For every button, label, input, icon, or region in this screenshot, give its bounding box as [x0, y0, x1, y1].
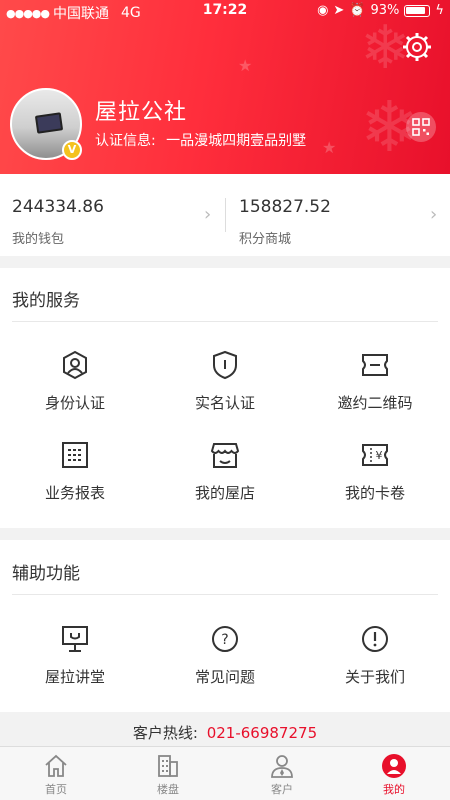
ticket-icon: [362, 354, 388, 376]
points-value: 158827.52: [239, 197, 331, 217]
section-title: 辅助功能: [12, 564, 80, 584]
wallet-label: 我的钱包: [12, 232, 65, 247]
service-realname[interactable]: 实名认证: [150, 350, 300, 413]
service-my-coupons[interactable]: ¥ 我的卡卷: [300, 440, 450, 503]
star-decoration-icon: ★: [322, 138, 337, 157]
profile-name: 屋拉公社: [95, 100, 188, 125]
tab-home[interactable]: 首页: [0, 747, 112, 800]
tab-label: 楼盘: [157, 783, 179, 796]
hotline-label: 客户热线:: [132, 724, 198, 742]
verified-badge: V: [62, 140, 82, 160]
wallet-item-wallet[interactable]: 244334.86 我的钱包 ›: [0, 174, 225, 256]
battery-icon: [404, 4, 431, 17]
cert-info: 认证信息: 一品漫城四期壹品别墅: [95, 130, 306, 150]
service-invite-qr[interactable]: 邀约二维码: [300, 350, 450, 413]
coupon-icon: ¥: [362, 444, 388, 466]
service-label: 邀约二维码: [337, 394, 413, 412]
tab-customers[interactable]: 客户: [226, 747, 338, 800]
wallet-row: 244334.86 我的钱包 › 158827.52 积分商城 ›: [0, 174, 450, 256]
aux-label: 常见问题: [194, 668, 255, 686]
building-icon: [158, 755, 178, 777]
hotline-number-link[interactable]: 021-66987275: [207, 724, 317, 742]
chevron-right-icon: ›: [430, 204, 438, 225]
service-label: 业务报表: [44, 484, 105, 502]
status-bar: ●●●●● 中国联通 4G 17:22 ◉ ➤ ⏰ 93% ϟ: [0, 0, 450, 22]
cert-value: 一品漫城四期壹品别墅: [166, 133, 307, 149]
points-label: 积分商城: [239, 232, 292, 247]
charging-icon: ϟ: [435, 3, 444, 18]
store-icon: [210, 443, 240, 468]
star-decoration-icon: ★: [238, 56, 253, 75]
qr-code-button[interactable]: [406, 112, 436, 142]
customer-icon: [271, 755, 293, 778]
alarm-icon: ⏰: [349, 3, 366, 18]
avatar-button[interactable]: V: [10, 88, 82, 160]
lecture-icon: [62, 626, 88, 652]
aux-section: 辅助功能 屋拉讲堂 ? 常见问题 关于我们: [0, 540, 450, 712]
services-section: 我的服务 身份认证 实名认证 邀约二维码 业务报表 我的屋店 ¥ 我的卡卷: [0, 268, 450, 528]
tab-bar: 首页 楼盘 客户 我的: [0, 746, 450, 800]
section-title: 我的服务: [12, 291, 80, 311]
svg-text:?: ?: [221, 632, 228, 648]
tab-label: 首页: [45, 783, 67, 796]
tab-buildings[interactable]: 楼盘: [112, 747, 224, 800]
service-identity[interactable]: 身份认证: [0, 350, 150, 413]
home-icon: [45, 754, 67, 777]
svg-text:¥: ¥: [376, 449, 383, 462]
qr-code-icon: [412, 118, 430, 136]
profile-icon: [382, 754, 406, 778]
service-label: 实名认证: [194, 394, 255, 412]
orientation-lock-icon: ◉: [317, 3, 329, 18]
location-icon: ➤: [333, 3, 345, 18]
tab-label: 我的: [383, 783, 405, 796]
tab-label: 客户: [271, 783, 293, 796]
question-icon: ?: [212, 626, 238, 652]
profile-header: ❄ ❄ ★ ★ ●●●●● 中国联通 4G 17:22 ◉ ➤ ⏰ 93% ϟ: [0, 0, 450, 174]
service-label: 我的卡卷: [344, 484, 405, 502]
customer-hotline: 客户热线: 021-66987275: [0, 722, 450, 743]
divider: [12, 594, 438, 595]
info-icon: [362, 626, 388, 652]
aux-about[interactable]: 关于我们: [300, 624, 450, 687]
identity-icon: [63, 350, 87, 380]
aux-faq[interactable]: ? 常见问题: [150, 624, 300, 687]
service-my-store[interactable]: 我的屋店: [150, 440, 300, 503]
aux-label: 关于我们: [344, 668, 405, 686]
aux-label: 屋拉讲堂: [44, 668, 105, 686]
tab-mine[interactable]: 我的: [338, 747, 450, 800]
gear-icon: [403, 33, 431, 61]
cert-label: 认证信息:: [95, 133, 156, 149]
chevron-right-icon: ›: [204, 204, 212, 225]
wallet-item-points[interactable]: 158827.52 积分商城 ›: [226, 174, 450, 256]
divider: [12, 321, 438, 322]
settings-button[interactable]: [400, 30, 434, 64]
service-label: 我的屋店: [194, 484, 255, 502]
aux-lecture[interactable]: 屋拉讲堂: [0, 624, 150, 687]
shield-icon: [213, 350, 237, 380]
service-report[interactable]: 业务报表: [0, 440, 150, 503]
battery-percent: 93%: [370, 3, 400, 18]
wallet-value: 244334.86: [12, 197, 104, 217]
report-icon: [62, 442, 88, 468]
service-label: 身份认证: [44, 394, 105, 412]
